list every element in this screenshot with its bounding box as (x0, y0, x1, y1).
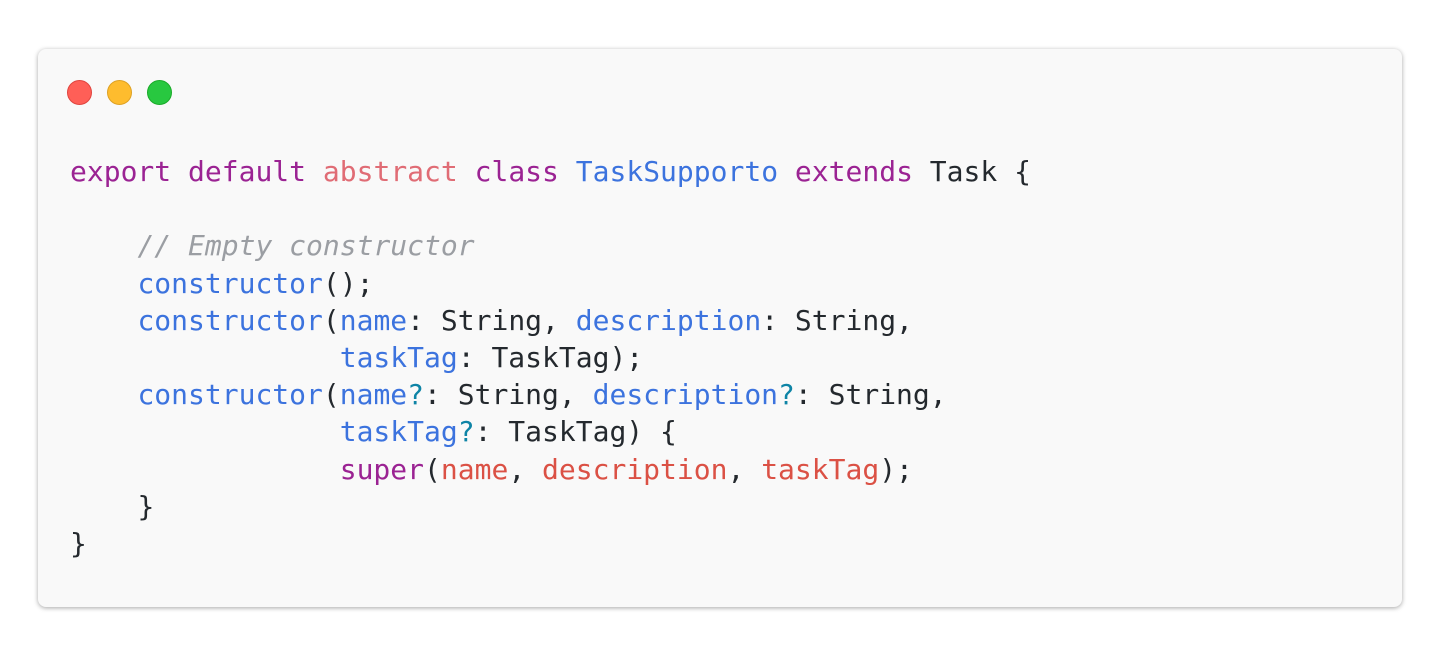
optional-marker: ? (457, 415, 475, 449)
code-line-3: // Empty constructor (70, 227, 1031, 264)
param-type: : TaskTag); (457, 340, 644, 374)
code-line-5: constructor(name: String, description: S… (137, 303, 913, 337)
constructor-keyword: constructor (137, 303, 323, 337)
punctuation: (); (322, 266, 374, 300)
param-type: : String, (761, 303, 913, 337)
arg-description: description (542, 452, 728, 486)
base-class: Task (929, 155, 998, 188)
param-type: : String, (794, 378, 947, 412)
zoom-icon[interactable] (147, 80, 172, 105)
code-line-11: } (70, 525, 1031, 562)
arg-tasktag: taskTag (761, 452, 880, 486)
code-line-8: taskTag?: TaskTag) { (70, 413, 1031, 450)
close-brace: } (137, 489, 155, 523)
arg-name: name (440, 452, 509, 486)
param-tasktag: taskTag (339, 340, 458, 374)
optional-marker: ? (407, 378, 425, 412)
param-type: : String, (407, 303, 576, 337)
optional-marker: ? (778, 378, 795, 412)
param-name: name (339, 378, 408, 412)
code-line-9: super(name, description, taskTag); (339, 452, 913, 486)
param-description: description (592, 378, 779, 412)
open-brace: { (1014, 155, 1031, 188)
constructor-keyword: constructor (137, 378, 323, 412)
param-type: : TaskTag) { (474, 415, 677, 449)
code-line-6: taskTag: TaskTag); (70, 339, 1031, 376)
keyword-extends: extends (794, 155, 913, 188)
code-window: export default abstract class TaskSuppor… (38, 49, 1402, 607)
code-comment: // Empty constructor (137, 229, 475, 263)
param-description: description (575, 303, 762, 337)
minimize-icon[interactable] (107, 80, 132, 105)
code-line-7: constructor(name?: String, description?:… (137, 378, 947, 412)
super-call: super (339, 452, 425, 486)
class-name: TaskSupporto (575, 155, 779, 188)
param-type: : String, (424, 378, 593, 412)
param-name: name (339, 303, 408, 337)
code-line-4: constructor(); (70, 265, 1031, 302)
constructor-keyword: constructor (137, 266, 323, 300)
code-block: export default abstract class TaskSuppor… (70, 153, 1031, 562)
param-tasktag: taskTag (339, 415, 458, 449)
code-line-10: } (70, 488, 1031, 525)
keyword-abstract: abstract (322, 155, 458, 188)
close-icon[interactable] (67, 80, 92, 105)
keyword-default: default (188, 155, 307, 188)
punctuation: ); (879, 452, 913, 486)
keyword-class: class (474, 155, 559, 188)
code-line-1: export default abstract class TaskSuppor… (70, 153, 1031, 190)
close-brace: } (70, 526, 87, 560)
keyword-export: export (70, 155, 172, 188)
